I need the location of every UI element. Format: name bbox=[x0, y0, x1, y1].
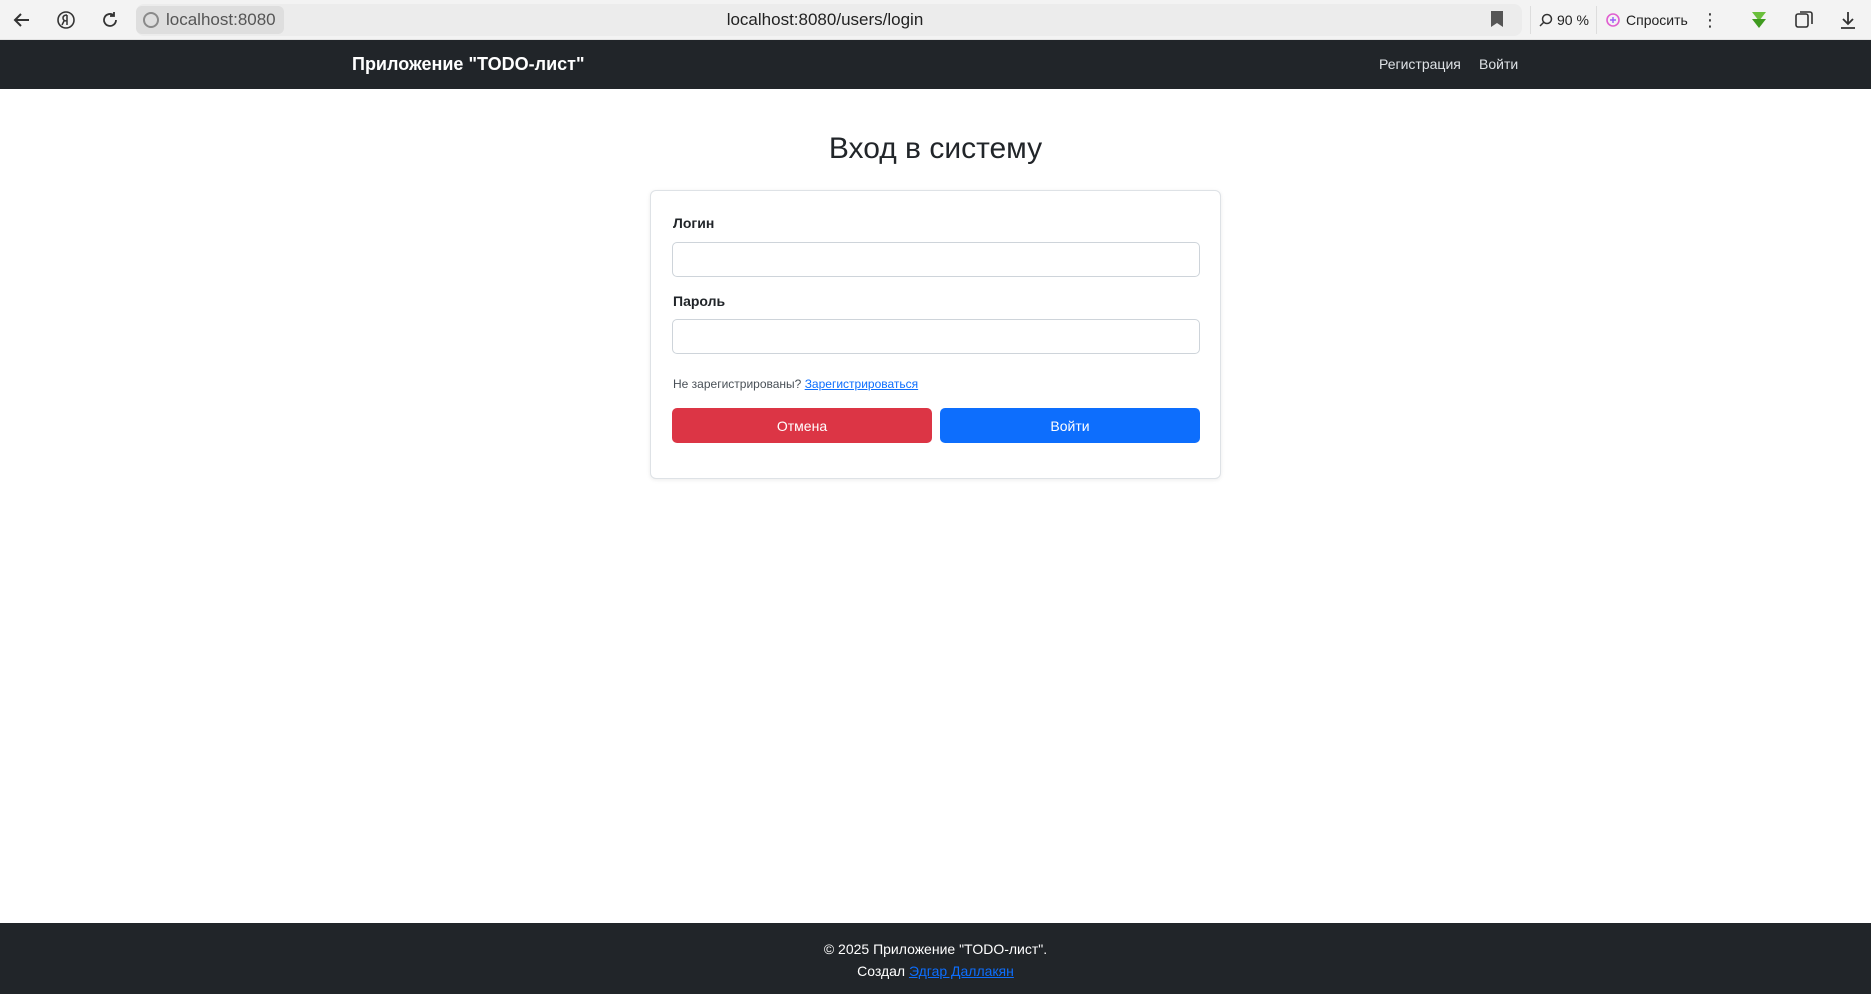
ai-sparkle-icon bbox=[1606, 13, 1620, 27]
footer-created-by: Создал bbox=[857, 963, 906, 979]
login-form-card: Логин Пароль Не зарегистрированы? Зареги… bbox=[650, 190, 1221, 479]
page-title: Вход в систему bbox=[828, 132, 1043, 165]
nav-login-link[interactable]: Войти bbox=[1479, 40, 1518, 89]
globe-icon bbox=[143, 12, 159, 28]
password-label: Пароль bbox=[673, 293, 726, 309]
ask-alice-button[interactable]: Спросить bbox=[1596, 6, 1696, 34]
arrow-left-icon bbox=[13, 13, 29, 27]
reload-button[interactable] bbox=[96, 6, 124, 34]
more-menu-icon[interactable]: ⋮ bbox=[1700, 6, 1720, 34]
footer-author-link[interactable]: Эдгар Даллакян bbox=[909, 963, 1014, 979]
footer: © 2025 Приложение "TODO-лист". Создал Эд… bbox=[0, 923, 1871, 994]
zoom-indicator[interactable]: 90 % bbox=[1530, 6, 1597, 34]
green-download-extension-icon bbox=[1752, 12, 1766, 28]
collections-button[interactable] bbox=[1792, 8, 1816, 32]
register-hint: Не зарегистрированы? Зарегистрироваться bbox=[673, 377, 918, 391]
downloads-button[interactable] bbox=[1836, 8, 1860, 32]
login-input[interactable] bbox=[672, 242, 1200, 277]
browser-toolbar: localhost:8080 localhost:8080/users/logi… bbox=[0, 0, 1871, 40]
password-input[interactable] bbox=[672, 319, 1200, 354]
magnifier-icon bbox=[1539, 13, 1553, 27]
login-submit-button[interactable]: Войти bbox=[940, 408, 1200, 443]
site-info-chip[interactable]: localhost:8080 bbox=[136, 6, 284, 34]
navbar-brand[interactable]: Приложение "TODO-лист" bbox=[352, 40, 585, 89]
login-label: Логин bbox=[673, 215, 715, 231]
nav-register-link[interactable]: Регистрация bbox=[1379, 40, 1461, 89]
address-bar[interactable] bbox=[136, 4, 1522, 36]
yandex-logo-icon bbox=[57, 11, 75, 29]
register-link[interactable]: Зарегистрироваться bbox=[805, 377, 918, 391]
download-icon bbox=[1841, 12, 1855, 29]
back-button[interactable] bbox=[8, 6, 36, 34]
collections-icon bbox=[1795, 11, 1813, 28]
footer-credits: Создал Эдгар Даллакян bbox=[0, 963, 1871, 979]
register-hint-text: Не зарегистрированы? bbox=[673, 377, 802, 391]
cancel-button[interactable]: Отмена bbox=[672, 408, 932, 443]
yandex-button[interactable] bbox=[52, 6, 80, 34]
navbar: Приложение "TODO-лист" Регистрация Войти bbox=[0, 40, 1871, 89]
footer-copyright: © 2025 Приложение "TODO-лист". bbox=[823, 941, 1048, 957]
bookmark-icon[interactable] bbox=[1490, 10, 1504, 28]
extension-icon[interactable] bbox=[1747, 8, 1771, 32]
reload-icon bbox=[103, 12, 117, 27]
